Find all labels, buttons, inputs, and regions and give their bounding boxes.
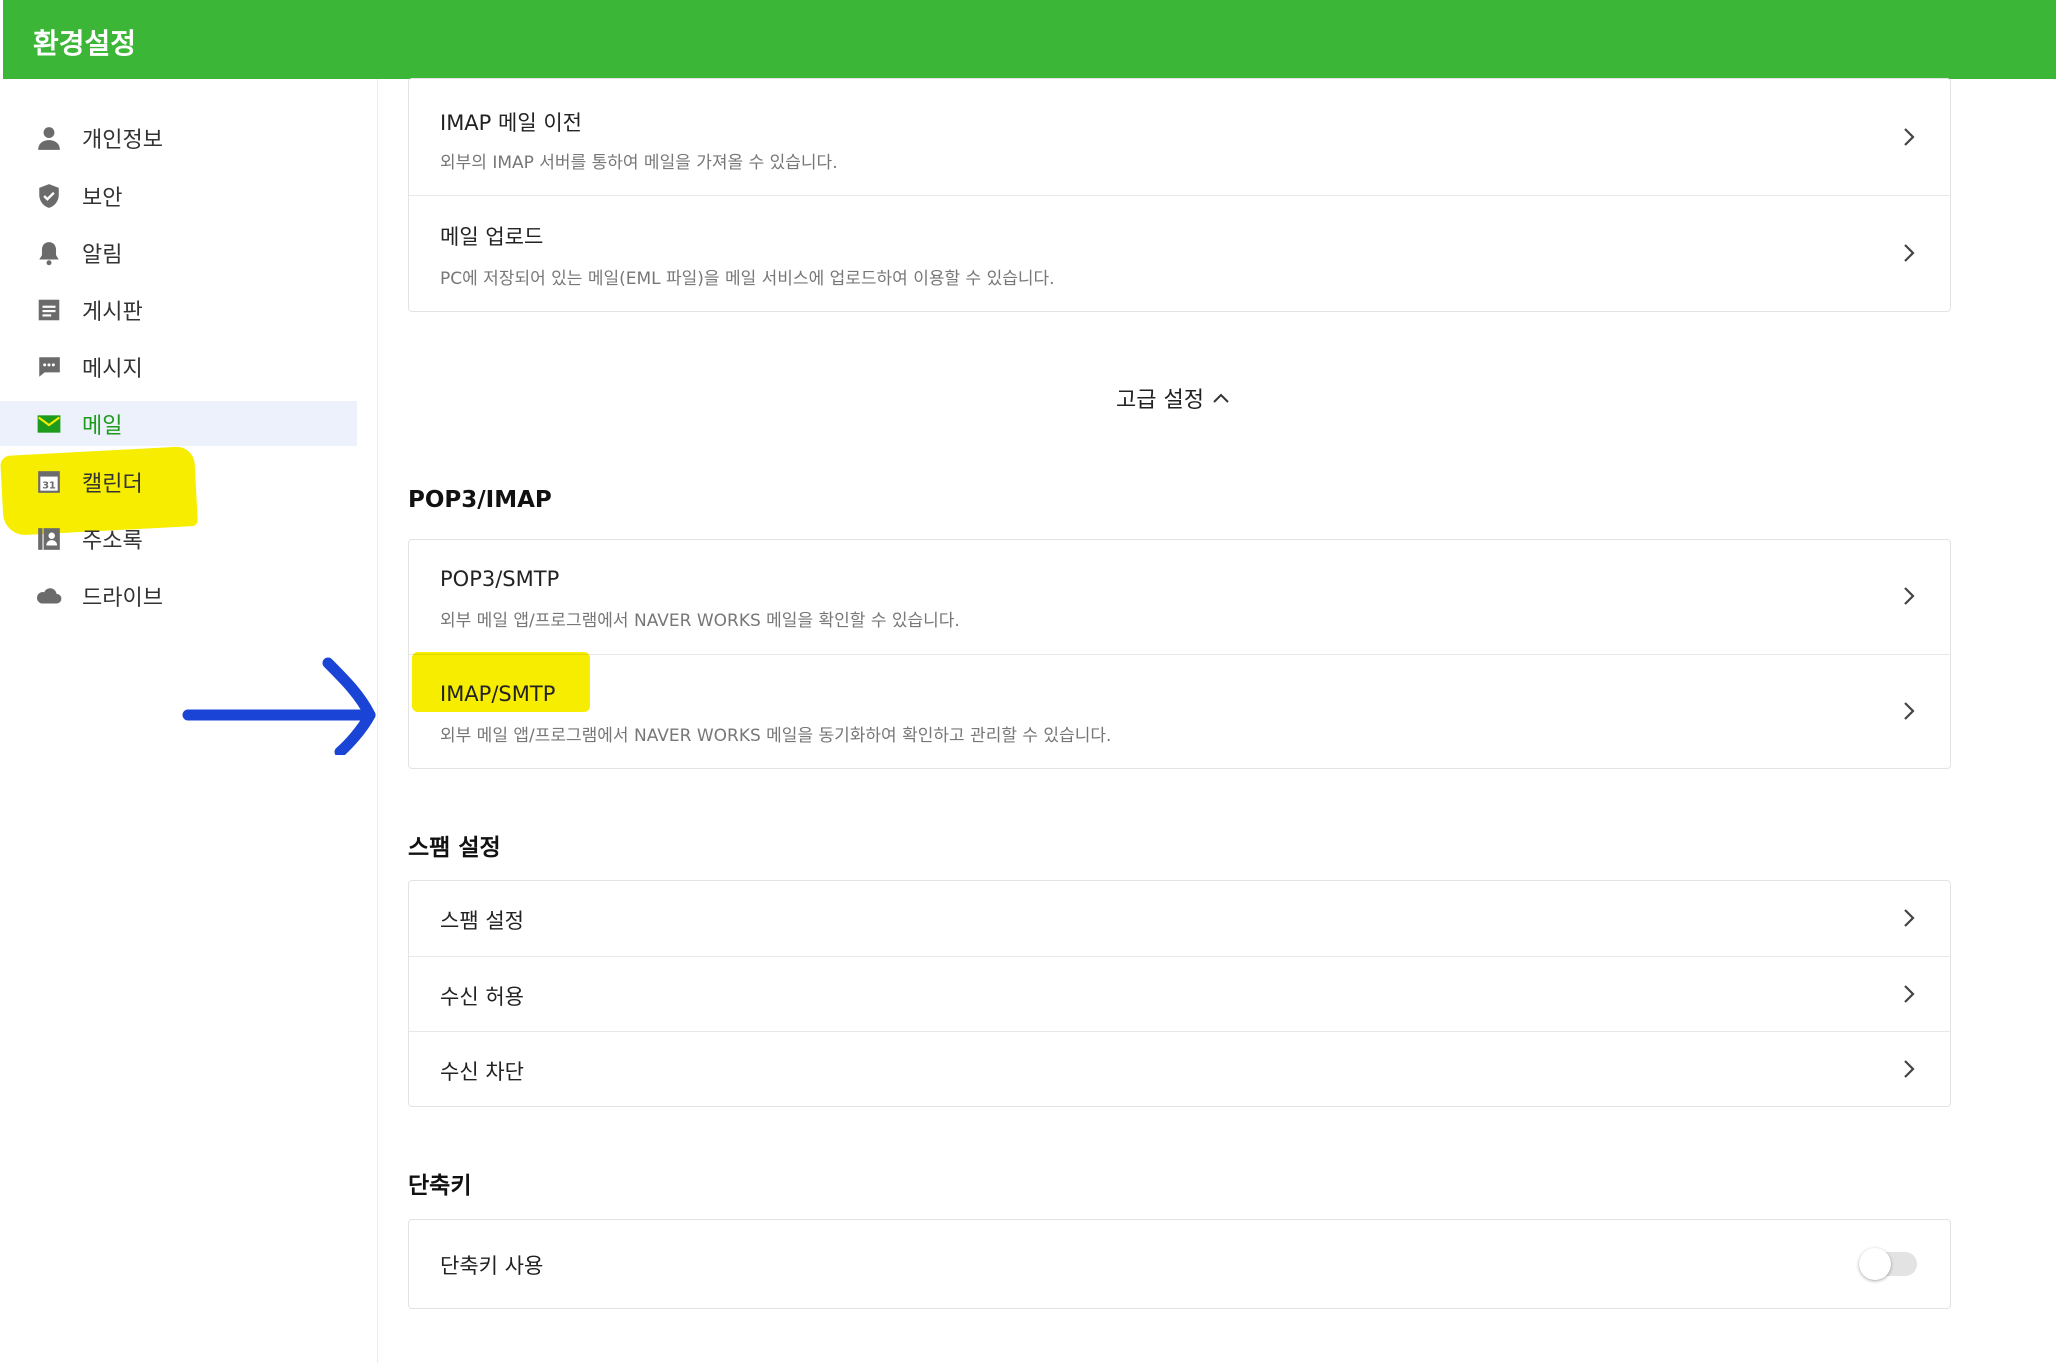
sidebar-item-notifications[interactable]: 알림 — [0, 230, 357, 275]
mail-upload-row[interactable]: 메일 업로드 PC에 저장되어 있는 메일(EML 파일)을 메일 서비스에 업… — [409, 196, 1950, 311]
spam-settings-row[interactable]: 스팸 설정 — [409, 881, 1950, 957]
page-title: 환경설정 — [33, 27, 137, 60]
row-description: 외부 메일 앱/프로그램에서 NAVER WORKS 메일을 확인할 수 있습니… — [440, 611, 960, 631]
row-description: PC에 저장되어 있는 메일(EML 파일)을 메일 서비스에 업로드하여 이용… — [440, 269, 1055, 289]
cloud-icon — [34, 581, 64, 611]
row-title: 스팸 설정 — [440, 909, 524, 933]
sidebar-item-label: 주소록 — [82, 528, 143, 554]
toggle-knob — [1859, 1248, 1891, 1280]
top-bar: 환경설정 — [3, 0, 2056, 79]
shield-icon — [34, 181, 64, 211]
advanced-settings-label: 고급 설정 — [1116, 388, 1204, 413]
mail-icon — [34, 409, 64, 439]
chevron-right-icon — [1904, 587, 1915, 605]
sidebar-item-label: 보안 — [82, 185, 123, 211]
sidebar-item-label: 메일 — [82, 413, 123, 439]
pop3-smtp-row[interactable]: POP3/SMTP 외부 메일 앱/프로그램에서 NAVER WORKS 메일을… — [409, 540, 1950, 655]
sidebar-item-mail[interactable]: 메일 — [0, 401, 357, 446]
chevron-right-icon — [1904, 909, 1915, 927]
person-icon — [34, 123, 64, 153]
section-title-pop3-imap: POP3/IMAP — [408, 487, 552, 513]
row-title: 수신 허용 — [440, 985, 524, 1009]
mail-import-card: IMAP 메일 이전 외부의 IMAP 서버를 통하여 메일을 가져올 수 있습… — [408, 78, 1951, 312]
chevron-right-icon — [1904, 244, 1915, 262]
sidebar-item-board[interactable]: 게시판 — [0, 287, 357, 332]
row-title: 단축키 사용 — [440, 1254, 544, 1278]
shortcut-row: 단축키 사용 — [409, 1220, 1950, 1308]
chevron-up-icon — [1213, 393, 1229, 403]
imap-migration-row[interactable]: IMAP 메일 이전 외부의 IMAP 서버를 통하여 메일을 가져올 수 있습… — [409, 79, 1950, 196]
row-description: 외부의 IMAP 서버를 통하여 메일을 가져올 수 있습니다. — [440, 153, 838, 173]
chevron-right-icon — [1904, 1060, 1915, 1078]
advanced-settings-toggle[interactable]: 고급 설정 — [1116, 382, 1230, 414]
board-icon — [34, 295, 64, 325]
section-title-spam: 스팸 설정 — [408, 835, 501, 861]
section-title-shortcut: 단축키 — [408, 1173, 472, 1199]
shortcut-toggle[interactable] — [1859, 1248, 1919, 1280]
bell-icon — [34, 238, 64, 268]
chevron-right-icon — [1904, 128, 1915, 146]
shortcut-card: 단축키 사용 — [408, 1219, 1951, 1309]
sidebar-item-label: 게시판 — [82, 299, 143, 325]
row-title: POP3/SMTP — [440, 567, 560, 591]
row-title: IMAP 메일 이전 — [440, 111, 582, 135]
message-icon — [34, 352, 64, 382]
row-title: IMAP/SMTP — [440, 682, 556, 706]
sidebar-item-label: 캘린더 — [82, 471, 143, 497]
pop3-imap-card: POP3/SMTP 외부 메일 앱/프로그램에서 NAVER WORKS 메일을… — [408, 539, 1951, 769]
sidebar-item-label: 알림 — [82, 242, 123, 268]
chevron-right-icon — [1904, 702, 1915, 720]
contacts-icon — [34, 524, 64, 554]
sidebar-item-messages[interactable]: 메시지 — [0, 344, 357, 389]
row-description: 외부 메일 앱/프로그램에서 NAVER WORKS 메일을 동기화하여 확인하… — [440, 726, 1112, 746]
calendar-icon: 31 — [34, 467, 64, 497]
sidebar-item-calendar[interactable]: 31 캘린더 — [0, 459, 357, 504]
sidebar-item-label: 드라이브 — [82, 585, 163, 611]
row-title: 수신 차단 — [440, 1060, 524, 1084]
allow-list-row[interactable]: 수신 허용 — [409, 957, 1950, 1032]
sidebar-item-label: 메시지 — [82, 356, 143, 382]
sidebar-item-label: 개인정보 — [82, 127, 163, 153]
block-list-row[interactable]: 수신 차단 — [409, 1032, 1950, 1106]
sidebar-item-drive[interactable]: 드라이브 — [0, 573, 357, 618]
spam-settings-card: 스팸 설정 수신 허용 수신 차단 — [408, 880, 1951, 1107]
sidebar-item-personal-info[interactable]: 개인정보 — [0, 115, 357, 160]
chevron-right-icon — [1904, 985, 1915, 1003]
sidebar-item-security[interactable]: 보안 — [0, 173, 357, 218]
annotation-arrow-icon — [182, 657, 376, 755]
sidebar-item-contacts[interactable]: 주소록 — [0, 516, 357, 561]
calendar-icon-text: 31 — [42, 480, 56, 491]
imap-smtp-row[interactable]: IMAP/SMTP 외부 메일 앱/프로그램에서 NAVER WORKS 메일을… — [409, 655, 1950, 768]
row-title: 메일 업로드 — [440, 225, 544, 249]
